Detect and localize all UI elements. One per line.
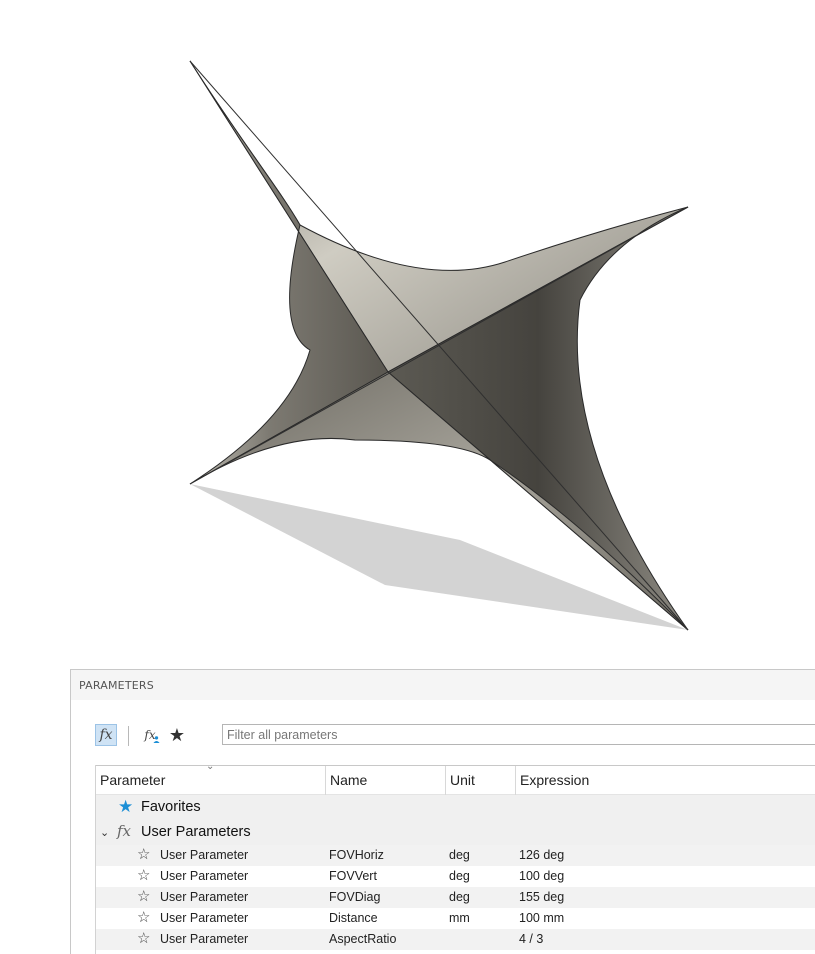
favorite-star-outline-icon[interactable]: ☆ (137, 909, 150, 927)
favorite-star-outline-icon[interactable]: ☆ (137, 846, 150, 864)
parameter-expression[interactable]: 155 deg (519, 887, 564, 908)
user-parameters-filter-button[interactable]: fx (139, 724, 161, 746)
surface-top-face (189, 60, 689, 373)
parameter-type: User Parameter (160, 890, 249, 904)
parameter-name[interactable]: FOVDiag (329, 887, 380, 908)
favorites-group-label: Favorites (141, 799, 201, 815)
filter-parameters-input[interactable] (222, 724, 815, 745)
star-filled-icon: ★ (118, 797, 134, 817)
favorite-star-outline-icon[interactable]: ☆ (137, 888, 150, 906)
parameter-expression[interactable]: 126 deg (519, 845, 564, 866)
favorite-star-outline-icon[interactable]: ☆ (137, 930, 150, 948)
parameter-name[interactable]: Distance (329, 908, 378, 929)
table-header: ⌄ Parameter Name Unit Expression (96, 762, 815, 795)
parameter-unit[interactable]: deg (449, 887, 470, 908)
fx-icon: fx (117, 822, 132, 840)
table-row[interactable]: ☆ User Parameter FOVDiag deg 155 deg (96, 887, 815, 908)
parameter-name[interactable]: FOVHoriz (329, 845, 384, 866)
parameter-type: User Parameter (160, 869, 249, 883)
viewport-canvas[interactable] (0, 0, 815, 660)
parameters-table: ⌄ Parameter Name Unit Expression ★ Favor… (95, 762, 815, 954)
parameter-type: User Parameter (160, 848, 249, 862)
parameter-expression[interactable]: 100 mm (519, 908, 564, 929)
column-header-unit[interactable]: Unit (446, 766, 516, 795)
all-parameters-button[interactable]: fx (95, 724, 117, 746)
table-row[interactable]: ☆ User Parameter AspectRatio 4 / 3 (96, 929, 815, 950)
parameter-expression[interactable]: 100 deg (519, 866, 564, 887)
panel-title: PARAMETERS (79, 679, 154, 692)
parameter-type: User Parameter (160, 932, 249, 946)
table-row[interactable]: ☆ User Parameter Distance mm 100 mm (96, 908, 815, 929)
favorite-star-outline-icon[interactable]: ☆ (137, 867, 150, 885)
person-icon (153, 736, 160, 743)
parameter-name[interactable]: AspectRatio (329, 929, 396, 950)
user-parameters-group-label: User Parameters (141, 824, 251, 840)
toolbar-divider (128, 726, 129, 746)
column-header-parameter[interactable]: Parameter (96, 766, 326, 795)
user-parameters-group-row[interactable]: ⌄ fx User Parameters (96, 820, 815, 845)
parameter-expression[interactable]: 4 / 3 (519, 929, 543, 950)
table-row[interactable]: ☆ User Parameter FOVHoriz deg 126 deg (96, 845, 815, 866)
fx-icon: fx (99, 727, 113, 743)
favorites-group-row[interactable]: ★ Favorites (96, 795, 815, 820)
parameter-unit[interactable]: mm (449, 908, 470, 929)
column-header-expression[interactable]: Expression (516, 766, 815, 795)
parameters-toolbar: fx fx ★ (95, 724, 815, 748)
parameter-type: User Parameter (160, 911, 249, 925)
favorites-filter-button[interactable]: ★ (166, 724, 188, 746)
parameter-unit[interactable]: deg (449, 866, 470, 887)
chevron-down-icon[interactable]: ⌄ (100, 826, 109, 839)
parameter-name[interactable]: FOVVert (329, 866, 377, 887)
panel-body: fx fx ★ ⌄ Parameter Name Unit Express (71, 700, 815, 954)
model-view[interactable] (0, 0, 815, 660)
parameter-unit[interactable]: deg (449, 845, 470, 866)
parameters-panel: PARAMETERS fx fx ★ ⌄ Parameter (70, 669, 815, 954)
column-header-name[interactable]: Name (326, 766, 446, 795)
table-row[interactable]: ☆ User Parameter FOVVert deg 100 deg (96, 866, 815, 887)
star-icon: ★ (168, 724, 186, 746)
